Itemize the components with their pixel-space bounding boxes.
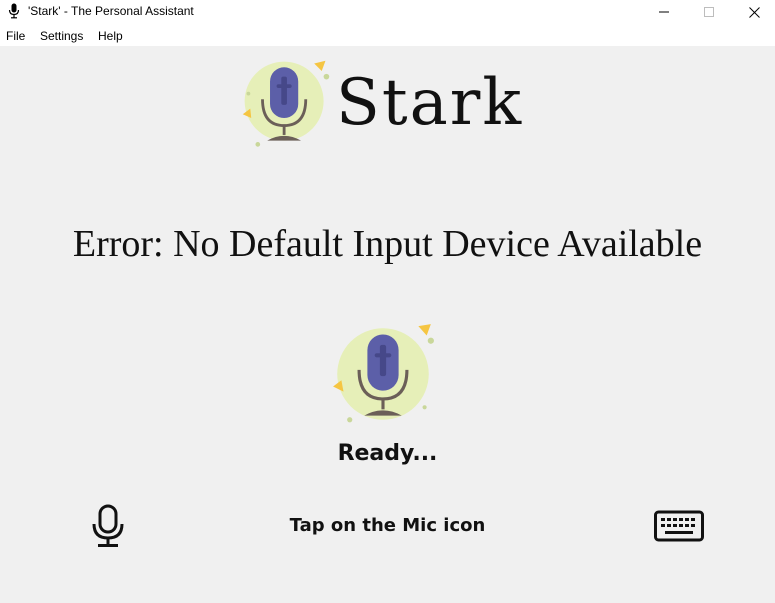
maximize-button[interactable] <box>686 0 732 24</box>
main-content: Stark Error: No Default Input Device Ava… <box>0 46 775 603</box>
microphone-logo <box>333 324 434 423</box>
menu-file[interactable]: File <box>6 29 25 43</box>
menu-bar: File Settings Help <box>0 24 775 46</box>
maximize-icon <box>704 7 714 17</box>
window-title: 'Stark' - The Personal Assistant <box>28 4 194 18</box>
microphone-icon <box>8 3 20 19</box>
title-bar: 'Stark' - The Personal Assistant <box>0 0 775 24</box>
menu-help[interactable]: Help <box>98 29 123 43</box>
close-button[interactable] <box>731 0 775 24</box>
brand-name: Stark <box>336 66 524 140</box>
microphone-logo <box>242 60 330 147</box>
menu-settings[interactable]: Settings <box>40 29 83 43</box>
error-message: Error: No Default Input Device Available <box>72 223 703 265</box>
minimize-icon <box>659 11 669 13</box>
minimize-button[interactable] <box>641 0 687 24</box>
status-text: Ready... <box>337 441 438 466</box>
keyboard-icon[interactable] <box>654 510 704 542</box>
close-icon <box>748 6 760 18</box>
